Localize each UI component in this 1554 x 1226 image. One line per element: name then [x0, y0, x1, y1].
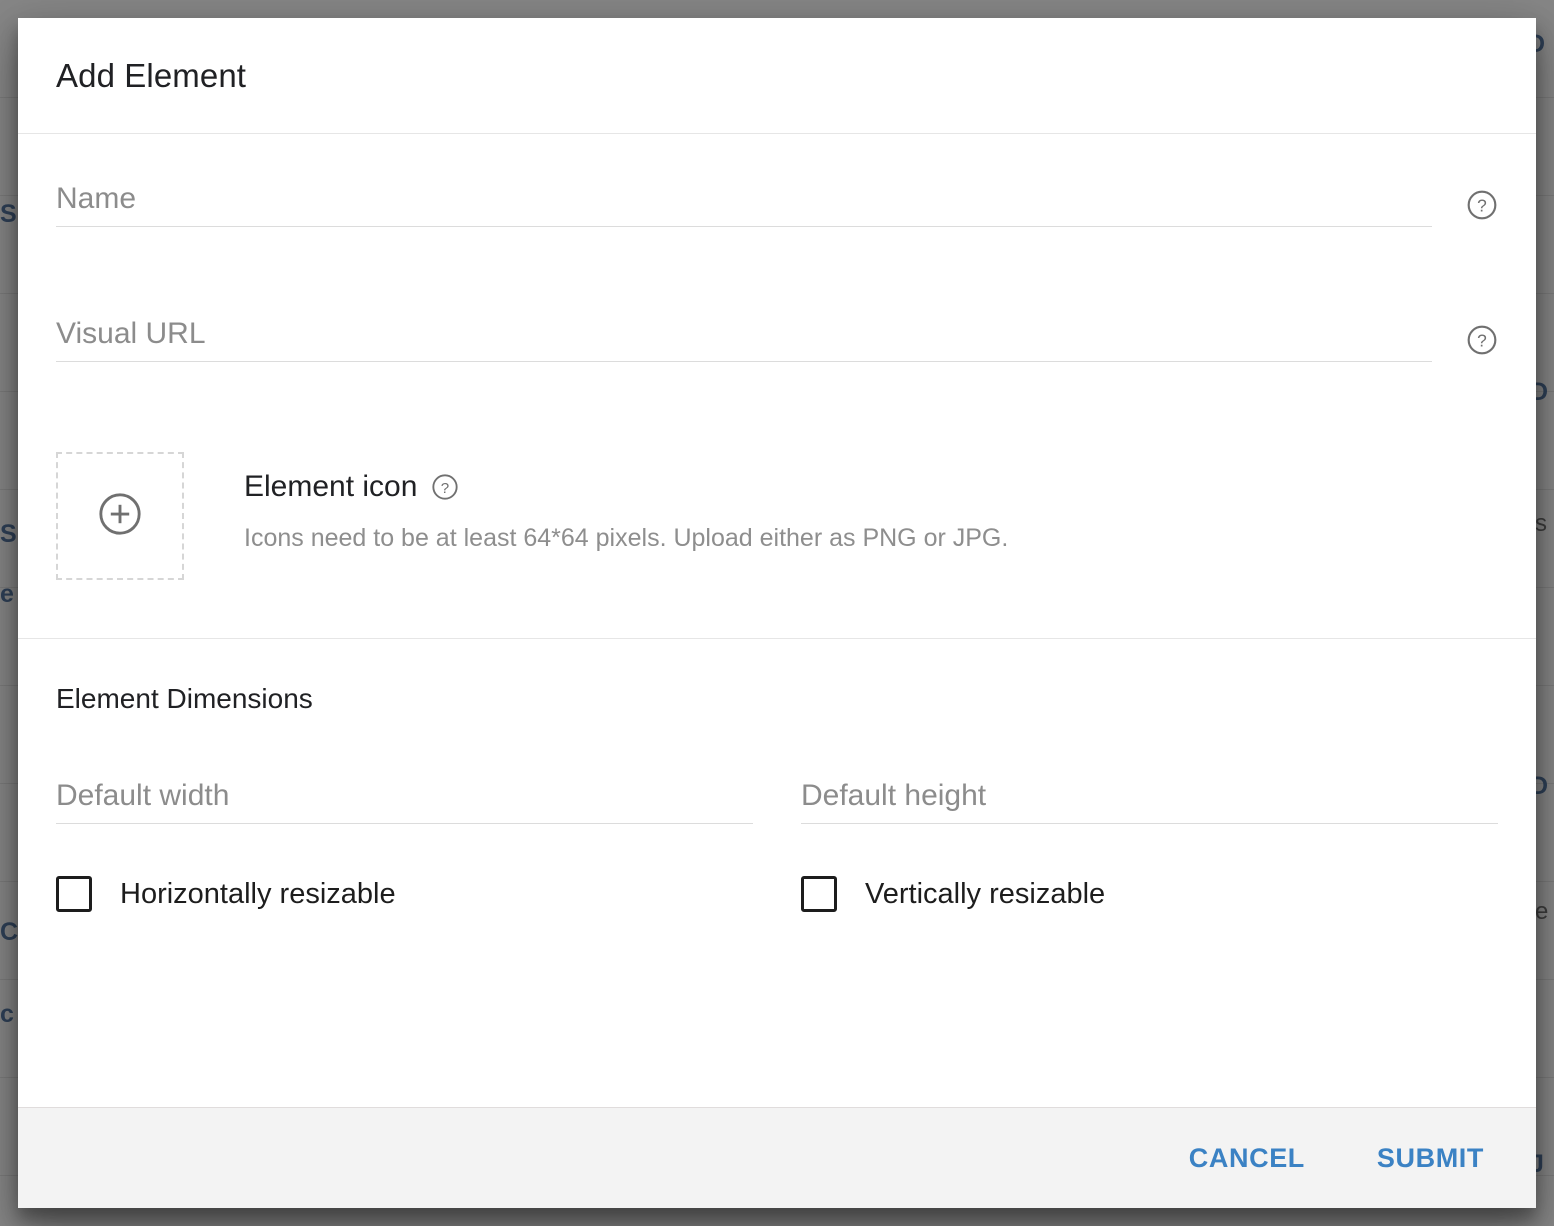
element-dimensions-section: Element Dimensions Horizontally resizabl… — [18, 639, 1536, 912]
dialog-body: ? ? — [18, 134, 1536, 1107]
svg-text:?: ? — [1477, 196, 1487, 216]
element-icon-title-row: Element icon ? — [244, 470, 1008, 504]
dialog-title: Add Element — [56, 56, 247, 94]
default-width-column: Horizontally resizable — [56, 779, 753, 912]
default-height-input[interactable] — [801, 779, 1498, 824]
dimensions-inputs-row: Horizontally resizable Vertically resiza… — [56, 779, 1498, 912]
svg-text:?: ? — [441, 480, 449, 497]
element-icon-block: Element icon ? Icons need to be at least… — [56, 452, 1498, 580]
vertically-resizable-row[interactable]: Vertically resizable — [801, 876, 1498, 912]
name-input[interactable] — [56, 182, 1432, 227]
name-field-row: ? — [56, 182, 1498, 227]
horizontally-resizable-label: Horizontally resizable — [120, 877, 396, 910]
cancel-button[interactable]: CANCEL — [1183, 1133, 1311, 1184]
dimensions-heading: Element Dimensions — [56, 683, 313, 714]
element-icon-dropzone[interactable] — [56, 452, 184, 580]
visual-url-field-row: ? — [56, 317, 1498, 362]
dialog-footer: CANCEL SUBMIT — [18, 1107, 1536, 1208]
visual-url-field — [56, 317, 1432, 362]
element-icon-title: Element icon — [244, 470, 418, 503]
add-element-dialog: Add Element ? — [18, 18, 1536, 1208]
element-icon-info: Element icon ? Icons need to be at least… — [244, 452, 1008, 553]
svg-text:?: ? — [1477, 331, 1487, 351]
default-height-column: Vertically resizable — [801, 779, 1498, 912]
name-field — [56, 182, 1432, 227]
plus-circle-icon — [97, 491, 143, 542]
element-info-section: ? ? — [18, 134, 1536, 638]
submit-button[interactable]: SUBMIT — [1371, 1133, 1490, 1184]
dialog-header: Add Element — [18, 18, 1536, 134]
horizontally-resizable-checkbox[interactable] — [56, 876, 92, 912]
help-circle-icon[interactable]: ? — [431, 473, 459, 501]
default-width-input[interactable] — [56, 779, 753, 824]
element-icon-hint: Icons need to be at least 64*64 pixels. … — [244, 524, 1009, 552]
visual-url-input[interactable] — [56, 317, 1432, 362]
help-circle-icon[interactable]: ? — [1466, 189, 1498, 221]
vertically-resizable-label: Vertically resizable — [865, 877, 1106, 910]
vertically-resizable-checkbox[interactable] — [801, 876, 837, 912]
horizontally-resizable-row[interactable]: Horizontally resizable — [56, 876, 753, 912]
help-circle-icon[interactable]: ? — [1466, 324, 1498, 356]
